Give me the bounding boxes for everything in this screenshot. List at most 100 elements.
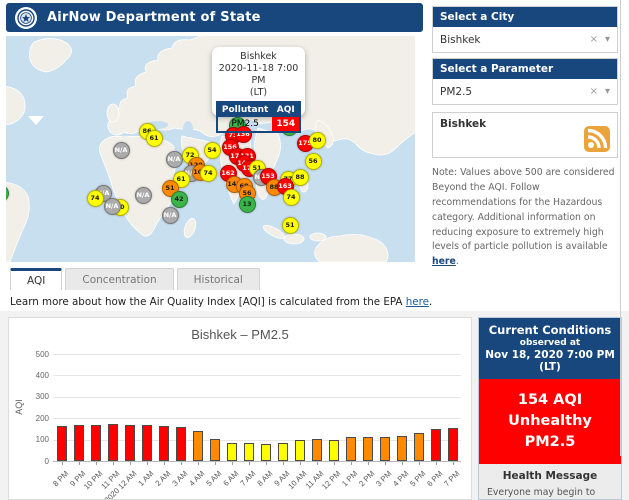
aqi-bar[interactable] xyxy=(57,426,67,461)
aqi-marker[interactable]: 13 xyxy=(239,196,256,213)
aqi-marker[interactable]: 74 xyxy=(200,165,217,182)
cc-observed-at: observed at xyxy=(483,338,617,348)
aqi-bar[interactable] xyxy=(431,429,441,461)
chart-x-tick xyxy=(283,462,284,465)
aqi-bar[interactable] xyxy=(448,428,458,461)
rss-panel: Bishkek xyxy=(432,112,618,158)
aqi-bar[interactable] xyxy=(346,437,356,461)
learn-more-line: Learn more about how the Air Quality Ind… xyxy=(10,296,432,308)
aqi-marker[interactable]: N/A xyxy=(162,207,179,224)
world-aqi-map[interactable]: 8661N/AN/A72120N/A10174615142N/A7440N/AN… xyxy=(6,36,415,262)
chart-x-tick xyxy=(130,462,131,465)
chevron-down-icon[interactable]: ▾ xyxy=(605,34,610,45)
chart-x-tick xyxy=(300,462,301,465)
aqi-bar[interactable] xyxy=(74,425,84,461)
chart-x-tick xyxy=(334,462,335,465)
aqi-bar[interactable] xyxy=(363,437,373,461)
chart-x-axis xyxy=(53,461,461,462)
aqi-bar[interactable] xyxy=(414,433,424,461)
scrollbar[interactable] xyxy=(620,0,621,456)
aqi-marker[interactable]: N/A xyxy=(135,187,152,204)
aqi-bar[interactable] xyxy=(397,436,407,461)
chevron-down-icon[interactable]: ▾ xyxy=(605,86,610,97)
airnow-page: AirNow Department of State xyxy=(0,0,629,500)
note-period: . xyxy=(456,256,459,267)
popup-city: Bishkek xyxy=(212,51,305,63)
aqi-bar[interactable] xyxy=(176,427,186,461)
aqi-bar[interactable] xyxy=(261,444,271,461)
current-conditions-header: Current Conditions observed at Nov 18, 2… xyxy=(479,318,621,379)
aqi-bar[interactable] xyxy=(108,424,118,461)
popup-timezone: (LT) xyxy=(212,87,305,99)
chart-y-tick-label: 0 xyxy=(23,457,49,466)
tab-historical[interactable]: Historical xyxy=(177,268,260,290)
city-select-value: Bishkek xyxy=(440,34,590,46)
aqi-marker[interactable]: 56 xyxy=(305,153,322,170)
chart-y-axis-label: AQI xyxy=(14,399,24,415)
aqi-bar[interactable] xyxy=(312,439,322,461)
tab-aqi[interactable]: AQI xyxy=(10,268,62,290)
current-conditions-panel: Current Conditions observed at Nov 18, 2… xyxy=(478,317,622,500)
state-department-seal-icon xyxy=(15,7,37,29)
clear-icon[interactable]: × xyxy=(590,86,598,97)
parameter-select[interactable]: PM2.5 × ▾ xyxy=(433,79,617,104)
tab-concentration[interactable]: Concentration xyxy=(65,268,173,290)
aqi-bar[interactable] xyxy=(244,443,254,461)
aqi-marker[interactable]: 42 xyxy=(171,191,188,208)
aqi-marker[interactable]: 51 xyxy=(282,217,299,234)
aqi-bar[interactable] xyxy=(193,431,203,461)
cc-title: Current Conditions xyxy=(483,323,617,337)
chart-title: Bishkek – PM2.5 xyxy=(9,327,471,342)
note-text: Note: Values above 500 are considered Be… xyxy=(432,167,615,252)
chart-x-tick xyxy=(232,462,233,465)
aqi-marker[interactable]: N/A xyxy=(104,198,121,215)
popup-aqi-value: 154 xyxy=(272,117,300,132)
chart-gridline xyxy=(53,397,461,398)
chart-x-tick xyxy=(215,462,216,465)
city-select[interactable]: Bishkek × ▾ xyxy=(433,27,617,52)
aqi-marker[interactable]: N/A xyxy=(166,151,183,168)
aqi-bar[interactable] xyxy=(125,425,135,461)
chart-x-tick xyxy=(351,462,352,465)
aqi-marker[interactable]: 74 xyxy=(87,190,104,207)
aqi-bar[interactable] xyxy=(159,426,169,461)
cc-aqi-value: 154 AQI xyxy=(479,390,621,411)
aqi-marker[interactable]: 88 xyxy=(292,169,309,186)
chart-x-tick xyxy=(113,462,114,465)
parameter-select-value: PM2.5 xyxy=(440,86,590,98)
aqi-marker[interactable]: 74 xyxy=(283,189,300,206)
chart-x-tick xyxy=(164,462,165,465)
aqi-marker[interactable]: 61 xyxy=(146,130,163,147)
aqi-bar[interactable] xyxy=(91,425,101,461)
aqi-bar[interactable] xyxy=(227,443,237,461)
cc-pollutant: PM2.5 xyxy=(479,432,621,453)
chart-y-tick-label: 300 xyxy=(23,392,49,401)
chart-x-tick xyxy=(62,462,63,465)
chart-x-tick xyxy=(453,462,454,465)
aqi-bar[interactable] xyxy=(142,425,152,461)
chart-x-tick xyxy=(198,462,199,465)
cc-aqi-category: Unhealthy xyxy=(479,411,621,432)
note-here-link[interactable]: here xyxy=(432,256,456,267)
popup-pointer xyxy=(28,116,44,125)
aqi-bar[interactable] xyxy=(210,439,220,461)
city-select-label: Select a City xyxy=(433,7,617,27)
aqi-bar[interactable] xyxy=(380,437,390,461)
app-header: AirNow Department of State xyxy=(6,3,423,32)
rss-icon[interactable] xyxy=(584,126,610,152)
aqi-bar[interactable] xyxy=(329,440,339,461)
page-title: AirNow Department of State xyxy=(47,10,261,25)
aqi-marker[interactable]: 80 xyxy=(309,132,326,149)
aqi-bar[interactable] xyxy=(295,440,305,461)
aqi-marker[interactable]: 54 xyxy=(204,142,221,159)
beyond-aqi-note: Note: Values above 500 are considered Be… xyxy=(432,166,622,270)
popup-col-aqi: AQI xyxy=(272,102,300,117)
learn-more-here-link[interactable]: here xyxy=(406,296,429,308)
chart-x-tick xyxy=(402,462,403,465)
cc-aqi-block: 154 AQI Unhealthy PM2.5 xyxy=(479,379,621,464)
chart-y-tick-label: 400 xyxy=(23,371,49,380)
aqi-marker[interactable]: N/A xyxy=(113,142,130,159)
clear-icon[interactable]: × xyxy=(590,34,598,45)
aqi-bar[interactable] xyxy=(278,443,288,461)
chart-x-tick xyxy=(436,462,437,465)
